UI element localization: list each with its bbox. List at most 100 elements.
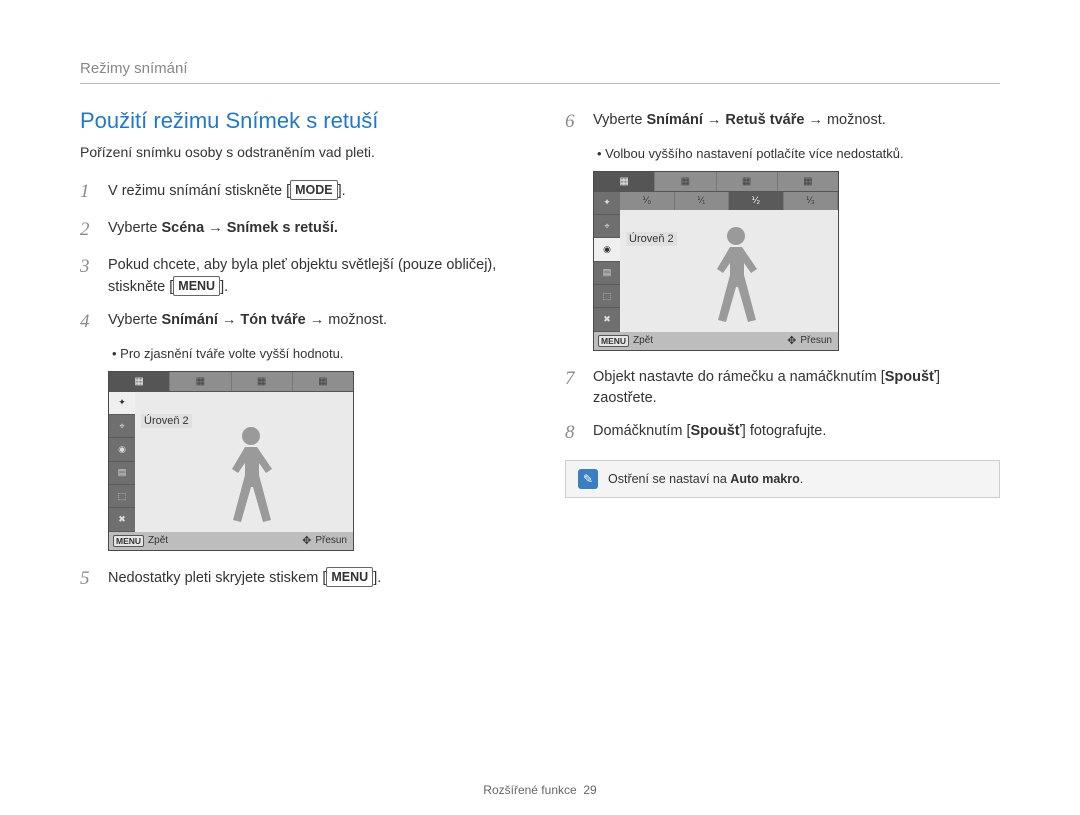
side-icon: ✖ xyxy=(109,508,135,531)
person-silhouette-icon xyxy=(701,222,771,332)
camera-footer: MENU Zpět ✥ Přesun xyxy=(109,532,353,550)
camera-screen-b: ▦ ▦ ▦ ▦ ✦ ⌖ ◉ ▤ ⬚ ✖ ⅟₀ ⅟₁ ⅟₂ xyxy=(593,171,839,351)
side-icon: ✦ xyxy=(109,392,135,415)
step-text: → možnost. xyxy=(306,312,387,328)
content-columns: Použití režimu Snímek s retuší Pořízení … xyxy=(80,108,1000,602)
step-text: V režimu snímání stiskněte [ xyxy=(108,183,290,199)
back-label: Zpět xyxy=(633,335,653,346)
step-number: 7 xyxy=(565,365,583,409)
footer-section: Rozšířené funkce xyxy=(483,783,576,797)
option-strip: ⅟₀ ⅟₁ ⅟₂ ⅟₃ xyxy=(620,192,838,210)
person-silhouette-icon xyxy=(216,422,286,532)
back-label: Zpět xyxy=(148,535,168,546)
menu-button-label: MENU xyxy=(326,567,373,587)
step-text: ]. xyxy=(220,279,228,295)
step-4-sub: Pro zjasnění tváře volte vyšší hodnotu. xyxy=(112,346,515,361)
camera-footer: MENU Zpět ✥ Přesun xyxy=(594,332,838,350)
step-text: ]. xyxy=(373,570,381,586)
step-bold: Spoušť xyxy=(885,369,936,385)
step-2: 2 Vyberte Scéna → Snímek s retuší. xyxy=(80,216,515,244)
camera-tab: ▦ xyxy=(778,172,838,191)
side-icon: ✦ xyxy=(594,192,620,215)
side-icon: ▤ xyxy=(109,462,135,485)
side-icon: ⌖ xyxy=(594,215,620,238)
section-subtitle: Pořízení snímku osoby s odstraněním vad … xyxy=(80,144,515,160)
option-selected: ⅟₂ xyxy=(729,192,784,210)
camera-tab: ▦ xyxy=(594,172,655,191)
camera-viewport: ⅟₀ ⅟₁ ⅟₂ ⅟₃ Úroveň 2 xyxy=(620,192,838,332)
step-text: Vyberte xyxy=(108,312,161,328)
side-icon: ⌖ xyxy=(109,415,135,438)
step-number: 4 xyxy=(80,308,98,336)
side-icon: ◉ xyxy=(594,238,620,261)
step-text: ] fotografujte. xyxy=(742,423,827,439)
camera-tab: ▦ xyxy=(170,372,231,391)
step-bold: Spoušť xyxy=(691,423,742,439)
note-text: Ostření se nastaví na Auto makro. xyxy=(608,472,803,486)
level-label: Úroveň 2 xyxy=(626,232,677,246)
left-column: Použití režimu Snímek s retuší Pořízení … xyxy=(80,108,515,602)
option: ⅟₁ xyxy=(675,192,730,210)
camera-tabs: ▦ ▦ ▦ ▦ xyxy=(109,372,353,392)
camera-viewport: Úroveň 2 xyxy=(135,392,353,532)
step-number: 5 xyxy=(80,565,98,593)
side-icon: ✖ xyxy=(594,308,620,331)
step-7: 7 Objekt nastavte do rámečku a namáčknut… xyxy=(565,365,1000,409)
mode-button-label: MODE xyxy=(290,180,338,200)
step-bold: Scéna → Snímek s retuší. xyxy=(161,220,338,236)
side-icon: ⬚ xyxy=(594,285,620,308)
menu-small-icon: MENU xyxy=(113,535,144,547)
step-text: Vyberte xyxy=(593,112,646,128)
step-text: → možnost. xyxy=(804,112,885,128)
step-5: 5 Nedostatky pleti skryjete stiskem [MEN… xyxy=(80,565,515,593)
note-text-b: Auto makro xyxy=(730,472,799,486)
page-footer: Rozšířené funkce 29 xyxy=(0,783,1080,797)
side-icon: ⬚ xyxy=(109,485,135,508)
note-box: ✎ Ostření se nastaví na Auto makro. xyxy=(565,460,1000,498)
side-icon: ▤ xyxy=(594,262,620,285)
step-number: 6 xyxy=(565,108,583,136)
right-column: 6 Vyberte Snímání → Retuš tváře → možnos… xyxy=(565,108,1000,602)
step-text: Objekt nastavte do rámečku a namáčknutím… xyxy=(593,369,885,385)
level-label: Úroveň 2 xyxy=(141,414,192,428)
camera-tab: ▦ xyxy=(717,172,778,191)
camera-tab: ▦ xyxy=(293,372,353,391)
step-number: 1 xyxy=(80,178,98,206)
step-3: 3 Pokud chcete, aby byla pleť objektu sv… xyxy=(80,253,515,298)
option: ⅟₃ xyxy=(784,192,839,210)
step-text: ]. xyxy=(338,183,346,199)
step-bold: Snímání → Retuš tváře xyxy=(646,112,804,128)
step-6: 6 Vyberte Snímání → Retuš tváře → možnos… xyxy=(565,108,1000,136)
camera-tab: ▦ xyxy=(109,372,170,391)
step-text: Pokud chcete, aby byla pleť objektu svět… xyxy=(108,257,496,295)
menu-small-icon: MENU xyxy=(598,335,629,347)
step-bold: Snímání → Tón tváře xyxy=(161,312,305,328)
move-label: Přesun xyxy=(315,535,347,546)
side-icon: ◉ xyxy=(109,438,135,461)
page-header: Režimy snímání xyxy=(80,60,1000,84)
step-text: Nedostatky pleti skryjete stiskem [ xyxy=(108,570,326,586)
step-6-sub: Volbou vyššího nastavení potlačíte více … xyxy=(597,146,1000,161)
section-title: Použití režimu Snímek s retuší xyxy=(80,108,515,134)
menu-button-label: MENU xyxy=(173,276,220,296)
arrows-icon: ✥ xyxy=(302,534,311,547)
step-8: 8 Domáčknutím [Spoušť] fotografujte. xyxy=(565,419,1000,447)
note-icon: ✎ xyxy=(578,469,598,489)
camera-side-icons: ✦ ⌖ ◉ ▤ ⬚ ✖ xyxy=(594,192,620,332)
footer-page: 29 xyxy=(583,783,596,797)
camera-screen-a: ▦ ▦ ▦ ▦ ✦ ⌖ ◉ ▤ ⬚ ✖ Úroveň 2 xyxy=(108,371,354,551)
camera-tabs: ▦ ▦ ▦ ▦ xyxy=(594,172,838,192)
note-text-c: . xyxy=(800,472,803,486)
arrows-icon: ✥ xyxy=(787,334,796,347)
camera-tab: ▦ xyxy=(232,372,293,391)
option: ⅟₀ xyxy=(620,192,675,210)
move-label: Přesun xyxy=(800,335,832,346)
step-number: 3 xyxy=(80,253,98,298)
camera-side-icons: ✦ ⌖ ◉ ▤ ⬚ ✖ xyxy=(109,392,135,532)
camera-tab: ▦ xyxy=(655,172,716,191)
step-text: Vyberte xyxy=(108,220,161,236)
step-number: 8 xyxy=(565,419,583,447)
step-1: 1 V režimu snímání stiskněte [MODE]. xyxy=(80,178,515,206)
step-text: Domáčknutím [ xyxy=(593,423,691,439)
step-number: 2 xyxy=(80,216,98,244)
